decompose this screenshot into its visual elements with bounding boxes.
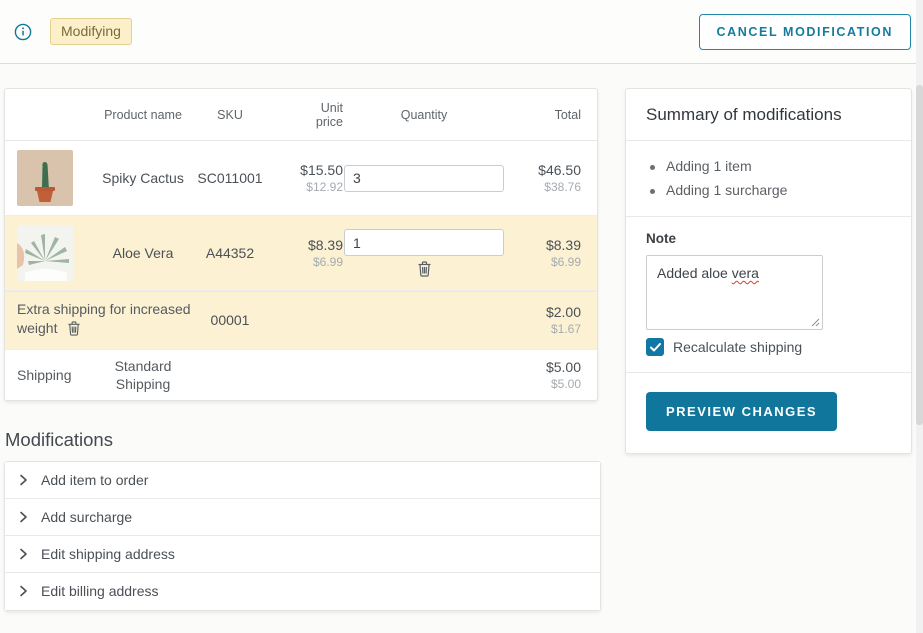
accordion-item-edit-billing-address[interactable]: Edit billing address (5, 573, 600, 610)
recalculate-shipping-label: Recalculate shipping (673, 339, 802, 355)
total-cell: $2.00 $1.67 (505, 304, 597, 336)
scrollbar-track[interactable] (916, 0, 923, 633)
aloe-vera-image (17, 225, 73, 281)
trash-icon[interactable] (63, 323, 81, 339)
summary-column: Summary of modifications Adding 1 item A… (625, 88, 912, 454)
modifications-accordion: Add item to order Add surcharge Edit shi… (4, 461, 601, 611)
quantity-cell (343, 229, 505, 277)
shipping-label: Shipping (5, 367, 91, 383)
summary-item: Adding 1 item (666, 154, 895, 178)
unit-price-secondary: $12.92 (265, 180, 343, 194)
product-sku: A44352 (195, 245, 265, 261)
line-total: $8.39 (505, 237, 581, 253)
summary-item: Adding 1 surcharge (666, 178, 895, 202)
modifications-heading: Modifications (5, 429, 598, 451)
accordion-item-label: Edit billing address (41, 583, 159, 599)
surcharge-total: $2.00 (505, 304, 581, 320)
chevron-right-icon (19, 511, 28, 523)
surcharge-total-secondary: $1.67 (505, 322, 581, 336)
table-row-spiky-cactus: Spiky Cactus SC011001 $15.50 $12.92 $46.… (5, 141, 597, 216)
line-total-secondary: $6.99 (505, 255, 581, 269)
cancel-modification-button[interactable]: CANCEL MODIFICATION (699, 14, 911, 50)
table-row-shipping: Shipping Standard Shipping $5.00 $5.00 (5, 350, 597, 400)
unit-price: $15.50 (265, 162, 343, 178)
table-row-surcharge: Extra shipping for increased weight (5, 291, 597, 350)
recalculate-shipping-checkbox[interactable] (646, 338, 664, 356)
product-image-cell (5, 141, 91, 215)
surcharge-label-cell: Extra shipping for increased weight (5, 292, 195, 349)
info-icon[interactable] (14, 23, 32, 41)
scrollbar-thumb[interactable] (916, 85, 923, 425)
line-total-secondary: $38.76 (505, 180, 581, 194)
accordion-item-label: Add item to order (41, 472, 148, 488)
product-sku: SC011001 (195, 170, 265, 186)
shipping-method: Standard Shipping (91, 351, 195, 399)
quantity-column-header: Quantity (343, 108, 505, 122)
surcharge-sku: 00001 (195, 312, 265, 328)
summary-action-section: PREVIEW CHANGES (626, 373, 911, 453)
main-content: Product name SKU Unit price Quantity Tot… (0, 64, 923, 611)
accordion-item-label: Add surcharge (41, 509, 132, 525)
accordion-item-add-surcharge[interactable]: Add surcharge (5, 499, 600, 536)
summary-title-section: Summary of modifications (626, 89, 911, 141)
summary-items-section: Adding 1 item Adding 1 surcharge (626, 141, 911, 217)
quantity-cell (343, 165, 505, 192)
total-cell: $46.50 $38.76 (505, 162, 597, 194)
product-image-cell (5, 216, 91, 290)
summary-items-list: Adding 1 item Adding 1 surcharge (626, 141, 911, 216)
quantity-input-aloe-vera[interactable] (344, 229, 504, 256)
product-name: Spiky Cactus (91, 170, 195, 186)
sku-column-header: SKU (195, 108, 265, 122)
total-cell: $8.39 $6.99 (505, 237, 597, 269)
quantity-input-spiky-cactus[interactable] (344, 165, 504, 192)
unit-price-cell: $15.50 $12.92 (265, 162, 343, 194)
surcharge-label: Extra shipping for increased weight (17, 301, 191, 336)
product-name: Aloe Vera (91, 245, 195, 261)
note-text-misspelled: vera (732, 265, 759, 281)
top-bar: Modifying CANCEL MODIFICATION (0, 0, 923, 64)
status-badge: Modifying (50, 18, 132, 45)
trash-icon[interactable] (417, 261, 432, 277)
unit-price-cell: $8.39 $6.99 (265, 237, 343, 269)
unit-price-header-line1: Unit (265, 101, 343, 115)
note-section: Note Added aloe vera Recalculate shippin… (626, 217, 911, 373)
note-textarea[interactable]: Added aloe vera (646, 255, 823, 330)
chevron-right-icon (19, 548, 28, 560)
unit-price-secondary: $6.99 (265, 255, 343, 269)
summary-panel: Summary of modifications Adding 1 item A… (625, 88, 912, 454)
accordion-item-label: Edit shipping address (41, 546, 175, 562)
resize-grip-icon[interactable] (811, 318, 820, 327)
chevron-right-icon (19, 474, 28, 486)
shipping-total-secondary: $5.00 (505, 377, 581, 391)
shipping-total: $5.00 (505, 359, 581, 375)
order-items-table: Product name SKU Unit price Quantity Tot… (4, 88, 598, 401)
unit-price-header-line2: price (265, 115, 343, 129)
total-cell: $5.00 $5.00 (505, 359, 597, 391)
unit-price: $8.39 (265, 237, 343, 253)
accordion-item-edit-shipping-address[interactable]: Edit shipping address (5, 536, 600, 573)
unit-price-column-header: Unit price (265, 101, 343, 129)
total-column-header: Total (505, 108, 597, 122)
order-column: Product name SKU Unit price Quantity Tot… (4, 88, 598, 611)
chevron-right-icon (19, 585, 28, 597)
recalculate-shipping-row: Recalculate shipping (646, 338, 891, 356)
line-total: $46.50 (505, 162, 581, 178)
table-header-row: Product name SKU Unit price Quantity Tot… (5, 89, 597, 141)
accordion-item-add-item[interactable]: Add item to order (5, 462, 600, 499)
note-text: Added aloe (657, 265, 732, 281)
note-label: Note (646, 231, 891, 246)
spiky-cactus-image (17, 150, 73, 206)
summary-title: Summary of modifications (626, 89, 911, 140)
table-row-aloe-vera: Aloe Vera A44352 $8.39 $6.99 (5, 216, 597, 291)
product-name-column-header: Product name (91, 108, 195, 122)
preview-changes-button[interactable]: PREVIEW CHANGES (646, 392, 837, 431)
check-icon (650, 343, 661, 352)
